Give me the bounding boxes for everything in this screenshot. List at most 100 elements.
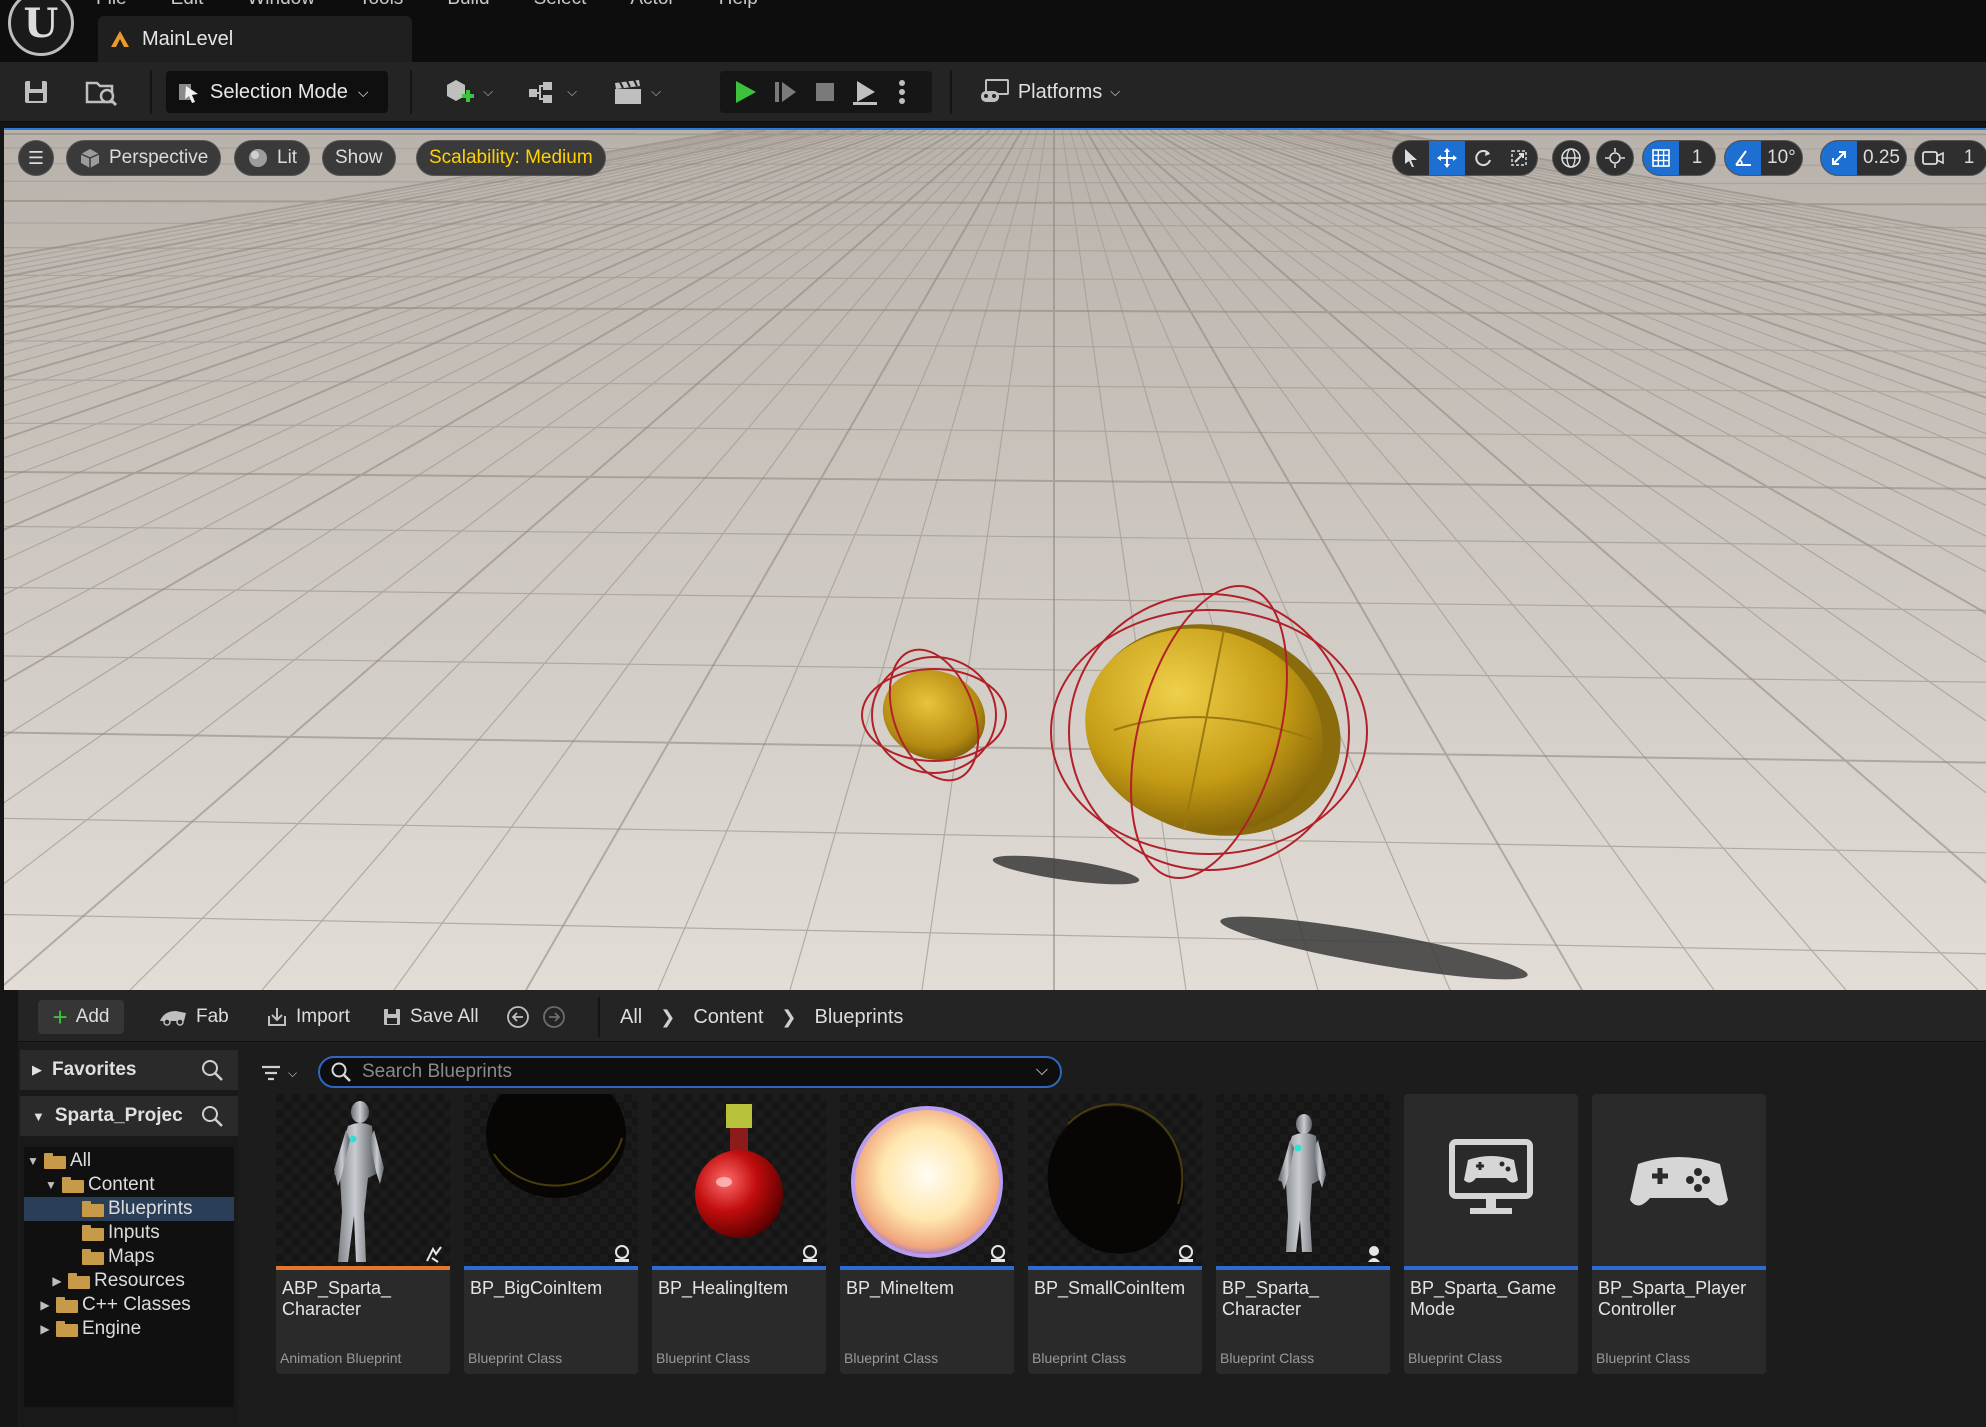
tree-item-label: Resources [94, 1270, 185, 1291]
asset-tile[interactable]: BP_SmallCoinItem Blueprint Class [1028, 1094, 1202, 1374]
cinematics-menu-button[interactable]: ⌵ [604, 74, 668, 110]
save-all-button[interactable]: Save All [382, 1000, 479, 1034]
history-forward-button[interactable] [542, 1000, 566, 1034]
surface-snap-toggle[interactable] [1596, 140, 1634, 176]
angle-snap-icon[interactable] [1725, 141, 1761, 175]
grid-snap-control[interactable]: 1 [1642, 140, 1716, 176]
asset-tile[interactable]: ABP_Sparta_ Character Animation Blueprin… [276, 1094, 450, 1374]
fab-button[interactable]: Fab [158, 1000, 229, 1034]
scalability-warning[interactable]: Scalability: Medium [416, 140, 606, 176]
tree-item-blueprints[interactable]: Blueprints [24, 1197, 234, 1221]
show-button[interactable]: Show [322, 140, 396, 176]
camera-speed-control[interactable]: 1 [1914, 140, 1986, 176]
mannequin-icon [1278, 1114, 1326, 1252]
menu-edit[interactable]: Edit [171, 0, 204, 10]
add-button[interactable]: + Add [38, 1000, 124, 1034]
filter-icon [262, 1065, 280, 1081]
asset-name: BP_MineItem [846, 1278, 955, 1298]
menu-window[interactable]: Window [247, 0, 315, 10]
menu-tools[interactable]: Tools [359, 0, 403, 10]
tree-item-cpp-classes[interactable]: ▶ C++ Classes [24, 1293, 234, 1317]
collapsed-triangle-icon[interactable]: ▶ [38, 1322, 52, 1336]
asset-tile[interactable]: BP_Sparta_Game Mode Blueprint Class [1404, 1094, 1578, 1374]
asset-tile[interactable]: BP_MineItem Blueprint Class [840, 1094, 1014, 1374]
collapsed-triangle-icon[interactable]: ▶ [38, 1298, 52, 1312]
menu-file[interactable]: File [96, 0, 127, 10]
scale-tool-icon[interactable] [1501, 141, 1537, 175]
tree-item-label: Engine [82, 1318, 142, 1339]
search-icon[interactable] [200, 1058, 224, 1082]
import-button[interactable]: Import [266, 1000, 350, 1034]
asset-tile[interactable]: BP_Sparta_ Character Blueprint Class [1216, 1094, 1390, 1374]
asset-thumbnail [1028, 1094, 1202, 1266]
menu-help[interactable]: Help [719, 0, 758, 10]
grid-snap-value[interactable]: 1 [1679, 141, 1715, 175]
breadcrumb-all[interactable]: All [620, 1006, 642, 1029]
camera-speed-value[interactable]: 1 [1951, 141, 1986, 175]
asset-type-bar [276, 1266, 450, 1270]
chevron-right-icon[interactable]: ❯ [660, 1007, 675, 1028]
play-options-icon[interactable] [890, 76, 914, 108]
breadcrumb-blueprints[interactable]: Blueprints [814, 1006, 903, 1029]
rotation-snap-value[interactable]: 10° [1761, 141, 1802, 175]
chevron-down-icon[interactable]: ⌵ [1036, 1062, 1048, 1080]
expanded-triangle-icon[interactable]: ▼ [26, 1154, 40, 1168]
asset-tile[interactable]: BP_Sparta_Player Controller Blueprint Cl… [1592, 1094, 1766, 1374]
scale-snap-value[interactable]: 0.25 [1857, 141, 1906, 175]
rotation-snap-control[interactable]: 10° [1724, 140, 1803, 176]
collapsed-triangle-icon[interactable]: ▶ [50, 1274, 64, 1288]
viewport-menu-button[interactable]: ☰ [18, 140, 54, 176]
filter-button[interactable]: ⌵ [260, 1058, 308, 1088]
eject-icon[interactable] [848, 76, 882, 108]
asset-tile[interactable]: BP_BigCoinItem Blueprint Class [464, 1094, 638, 1374]
selection-mode-label: Selection Mode [210, 80, 348, 103]
blueprints-menu-button[interactable]: ⌵ [520, 74, 584, 110]
asset-thumbnail [840, 1094, 1014, 1266]
favorites-header[interactable]: ▶ Favorites [20, 1050, 238, 1090]
save-icon[interactable] [20, 76, 52, 108]
add-actor-button[interactable]: ⌵ [436, 74, 500, 110]
small-coin-actor[interactable] [844, 640, 1024, 790]
search-blueprints-input[interactable]: Search Blueprints ⌵ [318, 1056, 1062, 1088]
level-tab[interactable]: MainLevel [98, 16, 412, 62]
asset-tile[interactable]: BP_HealingItem Blueprint Class [652, 1094, 826, 1374]
menu-bar: File Edit Window Tools Build Select Acto… [96, 0, 758, 10]
advance-frame-icon[interactable] [768, 76, 802, 108]
level-viewport[interactable]: ☰ Perspective Lit Show Scalability: Medi… [4, 130, 1986, 990]
stop-icon[interactable] [808, 76, 842, 108]
mannequin-icon [334, 1101, 384, 1262]
tree-item-maps[interactable]: Maps [24, 1245, 234, 1269]
big-coin-actor[interactable] [1034, 580, 1384, 900]
grid-snap-icon[interactable] [1643, 141, 1679, 175]
project-header[interactable]: ▼ Sparta_Projec [20, 1096, 238, 1136]
browse-content-icon[interactable] [84, 76, 120, 108]
search-icon[interactable] [200, 1104, 224, 1128]
rotate-tool-icon[interactable] [1465, 141, 1501, 175]
tree-item-all[interactable]: ▼ All [24, 1149, 234, 1173]
menu-build[interactable]: Build [447, 0, 489, 10]
perspective-button[interactable]: Perspective [66, 140, 222, 176]
lit-button[interactable]: Lit [234, 140, 311, 176]
select-tool-icon[interactable] [1393, 141, 1429, 175]
tree-item-inputs[interactable]: Inputs [24, 1221, 234, 1245]
asset-thumbnail [464, 1094, 638, 1266]
scale-snap-icon[interactable] [1821, 141, 1857, 175]
perspective-label: Perspective [109, 147, 209, 168]
scale-snap-control[interactable]: 0.25 [1820, 140, 1907, 176]
selection-mode-dropdown[interactable]: Selection Mode ⌵ [166, 71, 388, 113]
menu-select[interactable]: Select [534, 0, 587, 10]
tree-item-engine[interactable]: ▶ Engine [24, 1317, 234, 1341]
history-back-button[interactable] [506, 1000, 530, 1034]
breadcrumb-content[interactable]: Content [693, 1006, 763, 1029]
translate-tool-icon[interactable] [1429, 141, 1465, 175]
chevron-right-icon[interactable]: ❯ [781, 1007, 796, 1028]
chevron-down-icon: ⌵ [1110, 84, 1121, 99]
tree-item-content[interactable]: ▼ Content [24, 1173, 234, 1197]
save-all-label: Save All [410, 1006, 479, 1027]
world-local-toggle[interactable] [1552, 140, 1590, 176]
tree-item-resources[interactable]: ▶ Resources [24, 1269, 234, 1293]
platforms-dropdown[interactable]: Platforms ⌵ [970, 71, 1130, 113]
menu-actor[interactable]: Actor [630, 0, 674, 10]
play-icon[interactable] [728, 76, 762, 108]
expanded-triangle-icon[interactable]: ▼ [44, 1178, 58, 1192]
